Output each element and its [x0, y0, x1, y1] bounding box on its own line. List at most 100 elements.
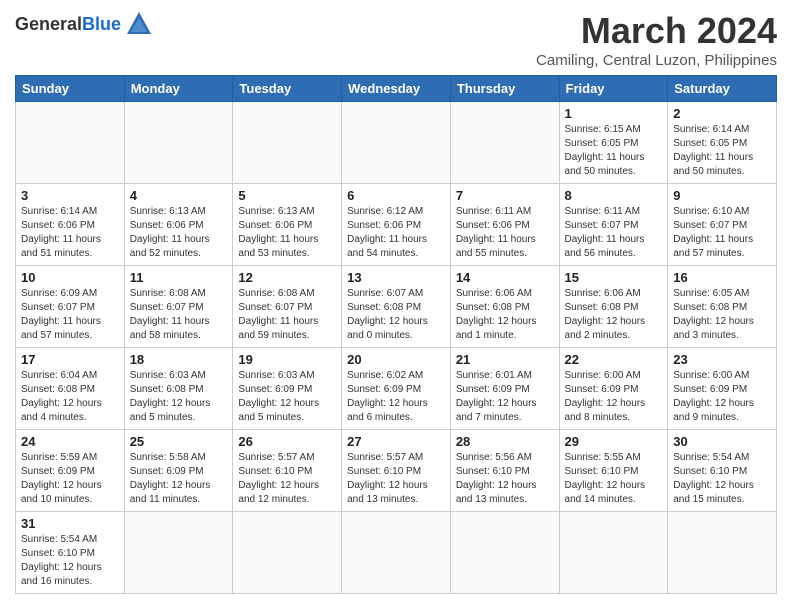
logo-icon [125, 10, 153, 38]
day-number: 4 [130, 188, 228, 203]
day-number: 10 [21, 270, 119, 285]
calendar-cell [16, 102, 125, 184]
logo-general-text: General [15, 14, 82, 35]
day-number: 13 [347, 270, 445, 285]
day-info: Sunrise: 6:12 AMSunset: 6:06 PMDaylight:… [347, 205, 445, 261]
calendar-cell: 6 Sunrise: 6:12 AMSunset: 6:06 PMDaylight… [342, 184, 451, 266]
day-number: 28 [456, 434, 554, 449]
day-number: 18 [130, 352, 228, 367]
day-info: Sunrise: 6:05 AMSunset: 6:08 PMDaylight:… [673, 287, 771, 343]
logo: General Blue [15, 10, 153, 38]
calendar-cell: 31Sunrise: 5:54 AMSunset: 6:10 PMDayligh… [16, 512, 125, 594]
day-info: Sunrise: 6:08 AMSunset: 6:07 PMDaylight:… [130, 287, 228, 343]
calendar-cell: 10 Sunrise: 6:09 AMSunset: 6:07 PMDayligh… [16, 266, 125, 348]
day-number: 29 [565, 434, 663, 449]
calendar-cell: 27 Sunrise: 5:57 AMSunset: 6:10 PMDayligh… [342, 430, 451, 512]
calendar-cell: 12Sunrise: 6:08 AMSunset: 6:07 PMDayligh… [233, 266, 342, 348]
day-number: 6 [347, 188, 445, 203]
calendar-week-row: 3Sunrise: 6:14 AMSunset: 6:06 PMDaylight… [16, 184, 777, 266]
calendar-cell [233, 102, 342, 184]
logo-area: General Blue [15, 10, 153, 38]
weekday-header-sunday: Sunday [16, 76, 125, 102]
day-info: Sunrise: 6:10 AMSunset: 6:07 PMDaylight:… [673, 205, 771, 261]
day-number: 2 [673, 106, 771, 121]
location-subtitle: Camiling, Central Luzon, Philippines [536, 52, 777, 69]
calendar-cell [124, 102, 233, 184]
day-info: Sunrise: 5:54 AMSunset: 6:10 PMDaylight:… [21, 533, 119, 589]
day-info: Sunrise: 6:03 AMSunset: 6:08 PMDaylight:… [130, 369, 228, 425]
weekday-header-thursday: Thursday [450, 76, 559, 102]
calendar-cell: 17Sunrise: 6:04 AMSunset: 6:08 PMDayligh… [16, 348, 125, 430]
calendar-cell [124, 512, 233, 594]
day-info: Sunrise: 5:57 AMSunset: 6:10 PMDaylight:… [347, 451, 445, 507]
day-info: Sunrise: 6:02 AMSunset: 6:09 PMDaylight:… [347, 369, 445, 425]
page-header: General Blue March 2024 Camiling, Centra… [15, 10, 777, 69]
day-number: 24 [21, 434, 119, 449]
calendar-cell: 1Sunrise: 6:15 AMSunset: 6:05 PMDaylight… [559, 102, 668, 184]
calendar-cell: 28 Sunrise: 5:56 AMSunset: 6:10 PMDayligh… [450, 430, 559, 512]
calendar-cell: 26Sunrise: 5:57 AMSunset: 6:10 PMDayligh… [233, 430, 342, 512]
calendar-cell: 4 Sunrise: 6:13 AMSunset: 6:06 PMDaylight… [124, 184, 233, 266]
calendar-cell: 8Sunrise: 6:11 AMSunset: 6:07 PMDaylight… [559, 184, 668, 266]
day-number: 14 [456, 270, 554, 285]
title-area: March 2024 Camiling, Central Luzon, Phil… [536, 10, 777, 69]
calendar-cell: 20 Sunrise: 6:02 AMSunset: 6:09 PMDayligh… [342, 348, 451, 430]
day-number: 5 [238, 188, 336, 203]
calendar-week-row: 17Sunrise: 6:04 AMSunset: 6:08 PMDayligh… [16, 348, 777, 430]
day-info: Sunrise: 6:14 AMSunset: 6:06 PMDaylight:… [21, 205, 119, 261]
calendar-cell: 21Sunrise: 6:01 AMSunset: 6:09 PMDayligh… [450, 348, 559, 430]
day-info: Sunrise: 5:54 AMSunset: 6:10 PMDaylight:… [673, 451, 771, 507]
day-number: 30 [673, 434, 771, 449]
day-info: Sunrise: 6:09 AMSunset: 6:07 PMDaylight:… [21, 287, 119, 343]
calendar-cell: 7Sunrise: 6:11 AMSunset: 6:06 PMDaylight… [450, 184, 559, 266]
logo-blue-text: Blue [82, 14, 121, 35]
day-info: Sunrise: 6:00 AMSunset: 6:09 PMDaylight:… [673, 369, 771, 425]
day-info: Sunrise: 6:04 AMSunset: 6:08 PMDaylight:… [21, 369, 119, 425]
calendar-cell: 22Sunrise: 6:00 AMSunset: 6:09 PMDayligh… [559, 348, 668, 430]
calendar-week-row: 1Sunrise: 6:15 AMSunset: 6:05 PMDaylight… [16, 102, 777, 184]
day-info: Sunrise: 5:57 AMSunset: 6:10 PMDaylight:… [238, 451, 336, 507]
weekday-header-tuesday: Tuesday [233, 76, 342, 102]
weekday-header-wednesday: Wednesday [342, 76, 451, 102]
calendar-cell: 16 Sunrise: 6:05 AMSunset: 6:08 PMDayligh… [668, 266, 777, 348]
day-info: Sunrise: 5:56 AMSunset: 6:10 PMDaylight:… [456, 451, 554, 507]
calendar-cell: 2 Sunrise: 6:14 AMSunset: 6:05 PMDaylight… [668, 102, 777, 184]
day-info: Sunrise: 6:15 AMSunset: 6:05 PMDaylight:… [565, 123, 663, 179]
calendar-cell: 19Sunrise: 6:03 AMSunset: 6:09 PMDayligh… [233, 348, 342, 430]
day-number: 22 [565, 352, 663, 367]
calendar-cell: 3Sunrise: 6:14 AMSunset: 6:06 PMDaylight… [16, 184, 125, 266]
calendar-cell: 13 Sunrise: 6:07 AMSunset: 6:08 PMDayligh… [342, 266, 451, 348]
calendar-cell [668, 512, 777, 594]
day-info: Sunrise: 6:13 AMSunset: 6:06 PMDaylight:… [130, 205, 228, 261]
day-info: Sunrise: 5:59 AMSunset: 6:09 PMDaylight:… [21, 451, 119, 507]
calendar-cell: 5 Sunrise: 6:13 AMSunset: 6:06 PMDaylight… [233, 184, 342, 266]
calendar-cell: 30 Sunrise: 5:54 AMSunset: 6:10 PMDayligh… [668, 430, 777, 512]
calendar-table: SundayMondayTuesdayWednesdayThursdayFrid… [15, 75, 777, 594]
day-info: Sunrise: 6:06 AMSunset: 6:08 PMDaylight:… [456, 287, 554, 343]
day-number: 15 [565, 270, 663, 285]
day-info: Sunrise: 6:08 AMSunset: 6:07 PMDaylight:… [238, 287, 336, 343]
day-info: Sunrise: 6:07 AMSunset: 6:08 PMDaylight:… [347, 287, 445, 343]
day-number: 16 [673, 270, 771, 285]
month-year-title: March 2024 [536, 10, 777, 52]
day-info: Sunrise: 6:11 AMSunset: 6:06 PMDaylight:… [456, 205, 554, 261]
calendar-cell [233, 512, 342, 594]
calendar-cell: 11 Sunrise: 6:08 AMSunset: 6:07 PMDayligh… [124, 266, 233, 348]
day-info: Sunrise: 5:58 AMSunset: 6:09 PMDaylight:… [130, 451, 228, 507]
day-info: Sunrise: 6:11 AMSunset: 6:07 PMDaylight:… [565, 205, 663, 261]
calendar-cell [450, 102, 559, 184]
day-number: 27 [347, 434, 445, 449]
calendar-cell [342, 102, 451, 184]
calendar-week-row: 31Sunrise: 5:54 AMSunset: 6:10 PMDayligh… [16, 512, 777, 594]
calendar-week-row: 24 Sunrise: 5:59 AMSunset: 6:09 PMDayligh… [16, 430, 777, 512]
day-number: 23 [673, 352, 771, 367]
day-number: 20 [347, 352, 445, 367]
day-info: Sunrise: 6:13 AMSunset: 6:06 PMDaylight:… [238, 205, 336, 261]
day-info: Sunrise: 6:14 AMSunset: 6:05 PMDaylight:… [673, 123, 771, 179]
calendar-cell [450, 512, 559, 594]
weekday-header-monday: Monday [124, 76, 233, 102]
calendar-cell: 23 Sunrise: 6:00 AMSunset: 6:09 PMDayligh… [668, 348, 777, 430]
calendar-cell: 14 Sunrise: 6:06 AMSunset: 6:08 PMDayligh… [450, 266, 559, 348]
day-number: 11 [130, 270, 228, 285]
day-info: Sunrise: 5:55 AMSunset: 6:10 PMDaylight:… [565, 451, 663, 507]
